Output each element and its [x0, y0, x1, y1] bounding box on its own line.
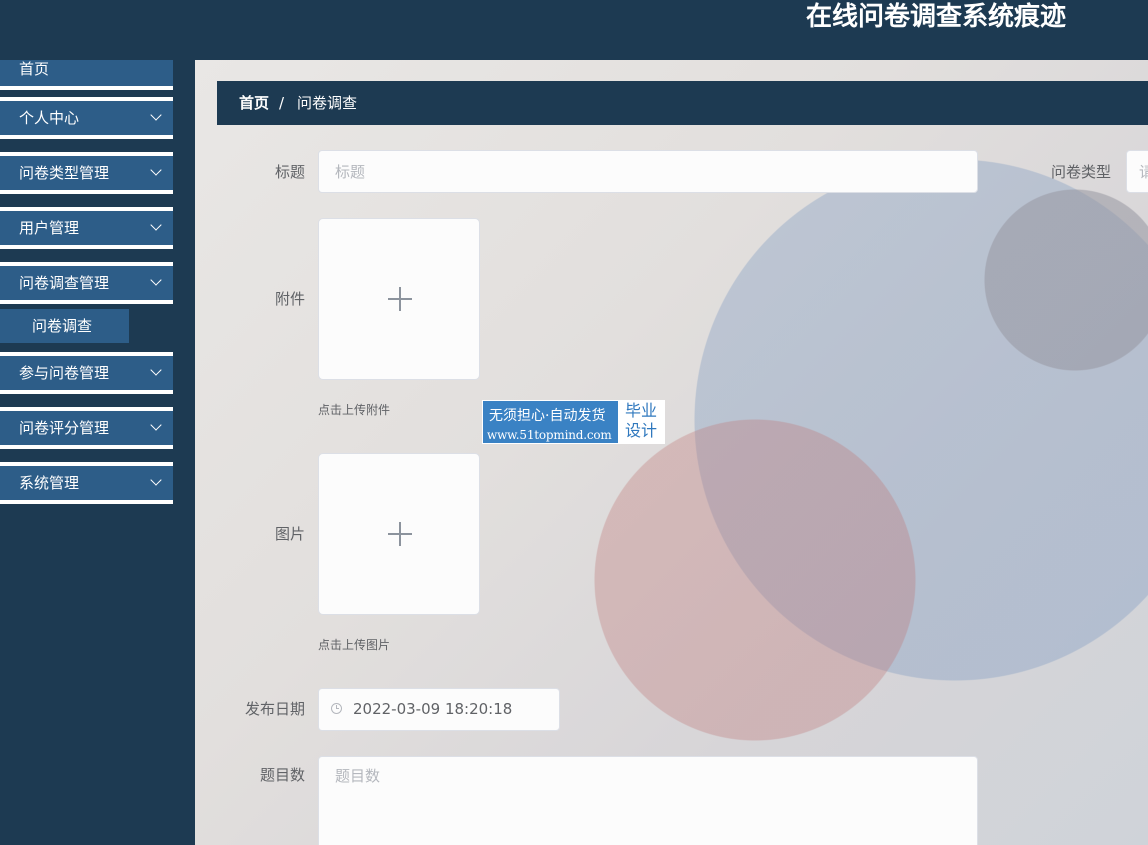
main-content: 首页 / 问卷调查 标题 问卷类型 附件 点击上传附件 图片 点击上传图片 发布…: [195, 60, 1148, 845]
chevron-down-icon: [150, 164, 162, 176]
breadcrumb-separator: /: [279, 94, 285, 112]
chevron-down-icon: [150, 274, 162, 286]
survey-type-label: 问卷类型: [1050, 163, 1111, 181]
sidebar-item-label: 用户管理: [19, 219, 80, 237]
title-label: 标题: [274, 163, 305, 181]
sidebar-item-label: 问卷评分管理: [19, 419, 110, 437]
chevron-down-icon: [150, 109, 162, 121]
survey-type-select[interactable]: [1126, 150, 1148, 193]
sidebar-item-participation-management[interactable]: 参与问卷管理: [0, 352, 173, 394]
attachment-hint: 点击上传附件: [318, 403, 391, 417]
sidebar-item-score-management[interactable]: 问卷评分管理: [0, 407, 173, 449]
breadcrumb-current: 问卷调查: [297, 94, 358, 112]
sidebar-item-label: 系统管理: [19, 474, 80, 492]
top-header: 在线问卷调查系统痕迹: [0, 0, 1148, 60]
sidebar-item-label: 问卷类型管理: [19, 164, 110, 182]
title-input[interactable]: [318, 150, 978, 193]
sidebar-item-user-management[interactable]: 用户管理: [0, 207, 173, 249]
sidebar-item-survey-type-management[interactable]: 问卷类型管理: [0, 152, 173, 194]
breadcrumb-home[interactable]: 首页: [239, 81, 269, 125]
publish-date-picker[interactable]: 2022-03-09 18:20:18: [318, 688, 560, 731]
watermark-badge: 无须担心·自动发货 www.51topmind.com 毕业 设计: [482, 400, 665, 444]
sidebar-item-label: 问卷调查管理: [19, 274, 110, 292]
image-upload[interactable]: [318, 453, 480, 615]
attachment-upload[interactable]: [318, 218, 480, 380]
app-title: 在线问卷调查系统痕迹: [805, 2, 1066, 32]
sidebar-item-personal-center[interactable]: 个人中心: [0, 97, 173, 139]
sidebar-subitem-label: 问卷调查: [32, 317, 93, 335]
sidebar-item-label: 首页: [19, 60, 50, 78]
watermark-badge-line2: 设计: [624, 421, 657, 440]
sidebar-item-label: 参与问卷管理: [19, 364, 110, 382]
sidebar-item-survey-management[interactable]: 问卷调查管理: [0, 262, 173, 304]
chevron-down-icon: [150, 419, 162, 431]
watermark-line2: www.51topmind.com: [487, 428, 612, 442]
attachment-label: 附件: [274, 290, 305, 308]
publish-date-label: 发布日期: [244, 700, 305, 718]
sidebar-item-home[interactable]: 首页: [0, 60, 173, 90]
sidebar-subitem-survey[interactable]: 问卷调查: [0, 309, 129, 343]
sidebar-item-system-management[interactable]: 系统管理: [0, 462, 173, 504]
sidebar: 首页 个人中心 问卷类型管理 用户管理 问卷调查管理 问卷调查 参与问卷管理 问…: [0, 60, 195, 845]
image-label: 图片: [274, 525, 305, 543]
image-hint: 点击上传图片: [318, 638, 391, 652]
chevron-down-icon: [150, 219, 162, 231]
publish-date-value: 2022-03-09 18:20:18: [353, 700, 513, 718]
watermark-badge-line1: 毕业: [624, 401, 657, 420]
question-count-input[interactable]: [318, 756, 978, 845]
watermark-badge-text: 毕业 设计: [618, 401, 664, 443]
watermark-line1: 无须担心·自动发货: [489, 408, 606, 424]
breadcrumb: 首页 / 问卷调查: [217, 81, 1148, 125]
sidebar-item-label: 个人中心: [19, 109, 80, 127]
chevron-down-icon: [150, 474, 162, 486]
question-count-label: 题目数: [259, 766, 305, 784]
chevron-down-icon: [150, 364, 162, 376]
clock-icon: [331, 703, 342, 714]
